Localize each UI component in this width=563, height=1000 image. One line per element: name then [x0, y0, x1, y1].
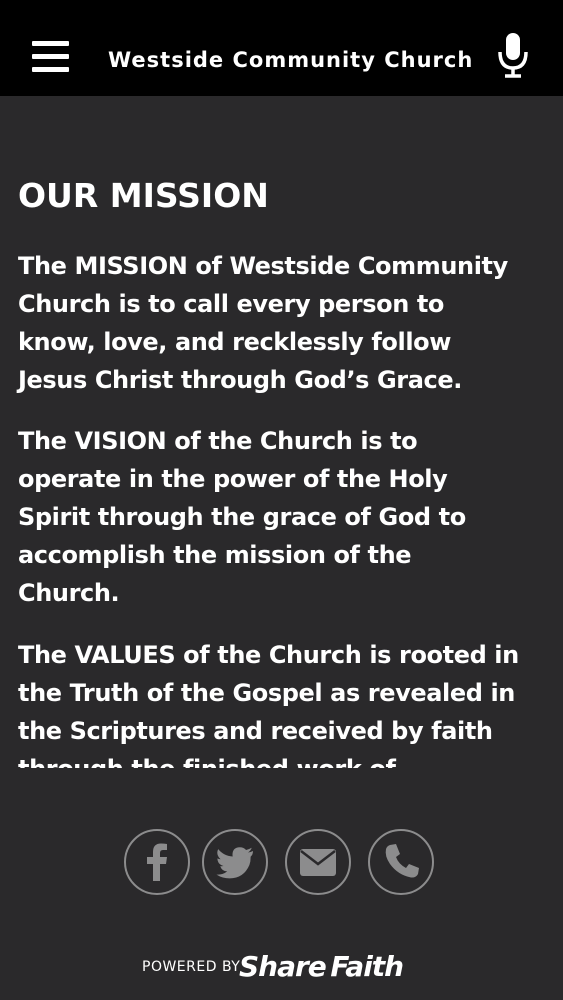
powered-by-label: POWERED BY [142, 959, 241, 975]
twitter-button[interactable] [202, 829, 268, 895]
text-line: know, love, and recklessly follow [18, 328, 452, 356]
phone-button[interactable] [368, 829, 434, 895]
app-title: Westside Community Church [108, 48, 474, 72]
text-line: operate in the power of the Holy [18, 465, 448, 493]
text-line: the Truth of the Gospel as revealed in [18, 679, 515, 707]
vision-paragraph: The VISION of the Church is to operate i… [18, 422, 558, 612]
sharefaith-logo: Share Faith [239, 950, 404, 983]
menu-button[interactable] [32, 41, 69, 74]
mission-content[interactable]: OUR MISSION The MISSION of Westside Comm… [0, 96, 563, 768]
text-line: The MISSION of Westside Community [18, 252, 508, 280]
mission-paragraph: The MISSION of Westside Community Church… [18, 247, 558, 399]
hamburger-menu-icon-bar [32, 41, 69, 46]
twitter-icon [216, 847, 253, 879]
email-icon [300, 849, 336, 876]
hamburger-menu-icon-bar [32, 67, 69, 72]
microphone-button[interactable] [496, 32, 530, 78]
email-button[interactable] [285, 829, 351, 895]
facebook-button[interactable] [124, 829, 190, 895]
text-line: The VALUES of the Church is rooted in [18, 641, 519, 669]
values-paragraph: The VALUES of the Church is rooted in th… [18, 636, 558, 768]
text-line: through the finished work of [18, 750, 558, 768]
text-line: accomplish the mission of the [18, 541, 412, 569]
text-line: Church. [18, 579, 120, 607]
text-line: the Scriptures and received by faith [18, 717, 493, 745]
microphone-icon [498, 33, 528, 78]
text-line: Jesus Christ through God’s Grace. [18, 366, 462, 394]
phone-icon [385, 844, 419, 878]
app-header: Westside Community Church [0, 0, 563, 96]
text-line: Spirit through the grace of God to [18, 503, 466, 531]
page-heading: OUR MISSION [18, 176, 269, 215]
text-line: Church is to call every person to [18, 290, 445, 318]
facebook-icon [147, 843, 167, 881]
hamburger-menu-icon-bar [32, 54, 69, 59]
text-line: The VISION of the Church is to [18, 427, 418, 455]
